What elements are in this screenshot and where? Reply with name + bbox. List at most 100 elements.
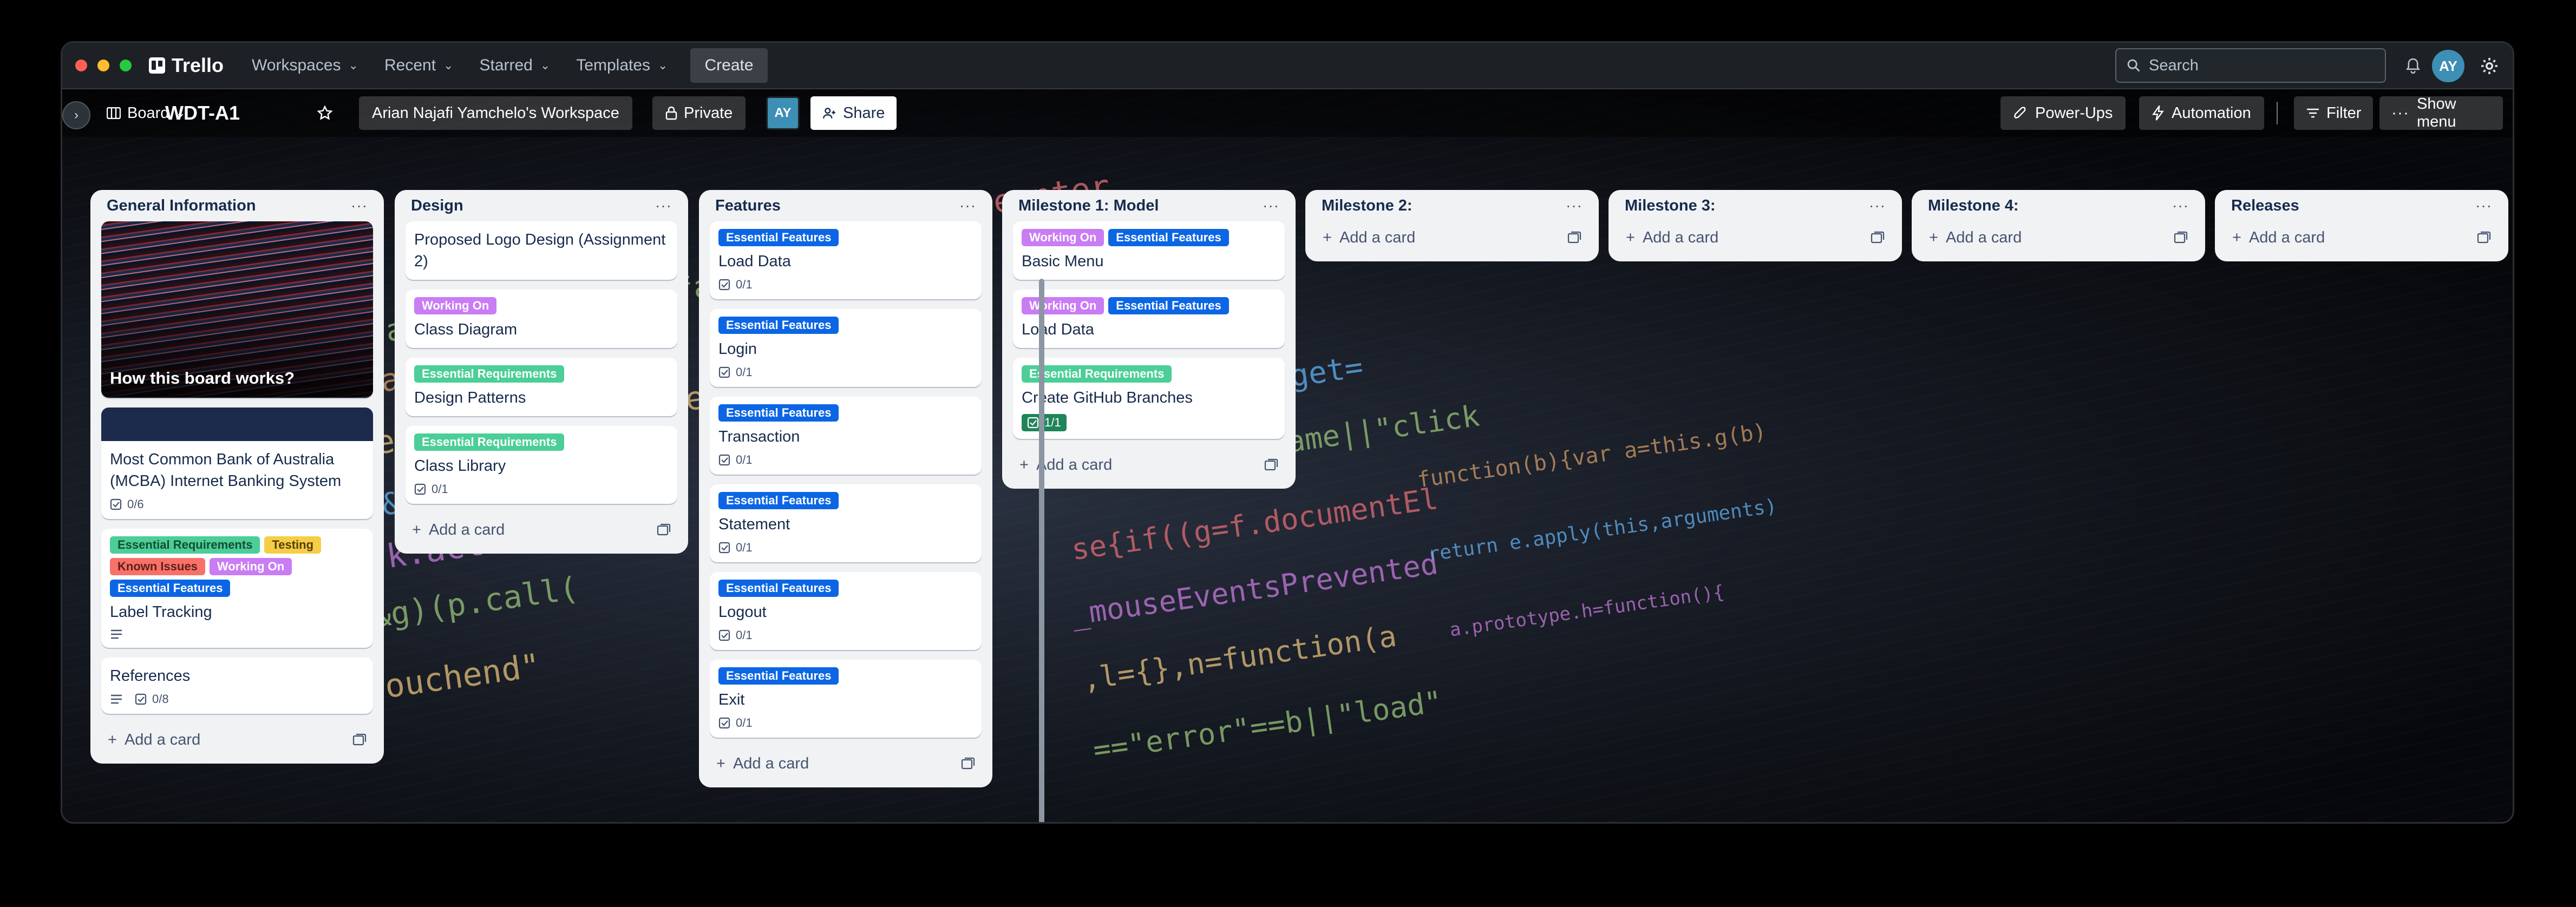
list-actions-icon[interactable]: ···: [655, 197, 672, 214]
card-labels: Essential Features: [718, 229, 973, 246]
card[interactable]: Essential Features Exit 0/1: [710, 660, 982, 738]
add-card-button[interactable]: + Add a card: [101, 724, 373, 756]
add-card-button[interactable]: + Add a card: [2226, 221, 2497, 254]
list-title[interactable]: Releases: [2231, 197, 2299, 215]
maximize-window-button[interactable]: [120, 60, 132, 71]
checklist-count: 0/8: [152, 692, 169, 706]
create-from-template-icon[interactable]: [2174, 231, 2188, 244]
list-title[interactable]: Design: [411, 197, 463, 215]
create-from-template-icon[interactable]: [352, 733, 367, 746]
workspaces-menu[interactable]: Workspaces ⌄: [239, 48, 371, 83]
list-title[interactable]: Features: [715, 197, 781, 215]
card[interactable]: Essential Features Transaction 0/1: [710, 397, 982, 475]
label[interactable]: Essential Features: [718, 317, 839, 334]
label[interactable]: Working On: [209, 558, 292, 575]
label[interactable]: Working On: [414, 297, 497, 314]
card[interactable]: Essential Features Logout 0/1: [710, 572, 982, 650]
list-actions-icon[interactable]: ···: [2172, 197, 2189, 214]
board-title[interactable]: WDT-A1: [165, 96, 240, 130]
filter-button[interactable]: Filter: [2294, 96, 2374, 130]
label[interactable]: Essential Features: [1108, 229, 1229, 246]
label[interactable]: Testing: [264, 536, 322, 554]
label[interactable]: Essential Features: [718, 492, 839, 509]
list-actions-icon[interactable]: ···: [2475, 197, 2492, 214]
card[interactable]: How this board works?: [101, 221, 373, 398]
label[interactable]: Essential Requirements: [110, 536, 260, 554]
chevron-down-icon: ⌄: [540, 58, 551, 72]
list-title[interactable]: Milestone 1: Model: [1018, 197, 1159, 215]
card[interactable]: Essential Requirements Testing Known Iss…: [101, 529, 373, 648]
card-labels: Working On: [414, 297, 669, 314]
create-button[interactable]: Create: [690, 48, 768, 83]
list-actions-icon[interactable]: ···: [1869, 197, 1886, 214]
power-ups-button[interactable]: Power-Ups: [2000, 96, 2126, 130]
create-from-template-icon[interactable]: [657, 523, 671, 536]
recent-menu[interactable]: Recent ⌄: [371, 48, 467, 83]
list-title[interactable]: General Information: [107, 197, 256, 215]
list-actions-icon[interactable]: ···: [351, 197, 368, 214]
list-actions-icon[interactable]: ···: [1566, 197, 1583, 214]
label[interactable]: Known Issues: [110, 558, 205, 575]
expand-sidebar-button[interactable]: ›: [62, 101, 90, 129]
card[interactable]: Essential Requirements Design Patterns: [406, 358, 677, 416]
add-card-button[interactable]: + Add a card: [1923, 221, 2194, 254]
list-actions-icon[interactable]: ···: [959, 197, 976, 214]
create-from-template-icon[interactable]: [2477, 231, 2491, 244]
card[interactable]: References 0/8: [101, 658, 373, 714]
card[interactable]: Working On Essential Features Load Data: [1013, 290, 1285, 348]
label[interactable]: Essential Features: [110, 580, 231, 597]
member-avatar[interactable]: AY: [766, 96, 800, 130]
list-header: Milestone 1: Model ···: [1013, 190, 1285, 221]
card[interactable]: Proposed Logo Design (Assignment 2): [406, 221, 677, 280]
checklist-count: 0/1: [736, 716, 753, 729]
minimize-window-button[interactable]: [97, 60, 109, 71]
label[interactable]: Essential Features: [718, 404, 839, 422]
card-title: Login: [718, 340, 757, 358]
create-from-template-icon[interactable]: [961, 757, 975, 770]
add-card-button[interactable]: + Add a card: [1013, 449, 1285, 481]
label[interactable]: Essential Features: [718, 667, 839, 685]
add-card-button[interactable]: + Add a card: [1316, 221, 1588, 254]
label[interactable]: Working On: [1022, 297, 1104, 314]
add-card-button[interactable]: + Add a card: [1619, 221, 1891, 254]
list-actions-icon[interactable]: ···: [1263, 197, 1279, 214]
card[interactable]: Working On Essential Features Basic Menu: [1013, 221, 1285, 280]
card[interactable]: Essential Requirements Create GitHub Bra…: [1013, 358, 1285, 439]
list-title[interactable]: Milestone 4:: [1928, 197, 2019, 215]
share-button[interactable]: Share: [810, 96, 897, 130]
add-card-button[interactable]: + Add a card: [406, 514, 677, 546]
automation-button[interactable]: Automation: [2139, 96, 2264, 130]
workspace-button[interactable]: Arian Najafi Yamchelo's Workspace: [359, 96, 632, 130]
close-window-button[interactable]: [75, 60, 87, 71]
label[interactable]: Essential Features: [1108, 297, 1229, 314]
card[interactable]: Most Common Bank of Australia (MCBA) Int…: [101, 408, 373, 519]
list-scrollbar[interactable]: [1039, 279, 1044, 822]
create-from-template-icon[interactable]: [1264, 458, 1278, 471]
label[interactable]: Essential Requirements: [414, 365, 565, 383]
add-card-button[interactable]: + Add a card: [710, 747, 982, 780]
starred-menu[interactable]: Starred ⌄: [466, 48, 563, 83]
card[interactable]: Essential Features Statement 0/1: [710, 484, 982, 562]
settings-button[interactable]: [2477, 54, 2502, 78]
notifications-button[interactable]: [2401, 52, 2425, 80]
list-title[interactable]: Milestone 3:: [1625, 197, 1716, 215]
label[interactable]: Essential Features: [718, 580, 839, 597]
search-input[interactable]: Search: [2115, 48, 2386, 83]
card[interactable]: Essential Features Load Data 0/1: [710, 221, 982, 299]
trello-logo[interactable]: Trello: [149, 54, 224, 77]
card[interactable]: Essential Features Login 0/1: [710, 309, 982, 387]
card[interactable]: Essential Requirements Class Library 0/1: [406, 426, 677, 504]
list-title[interactable]: Milestone 2:: [1322, 197, 1413, 215]
label[interactable]: Essential Requirements: [414, 433, 565, 451]
star-board-button[interactable]: [311, 96, 338, 130]
label[interactable]: Working On: [1022, 229, 1104, 246]
create-from-template-icon[interactable]: [1871, 231, 1885, 244]
label[interactable]: Essential Features: [718, 229, 839, 246]
templates-menu[interactable]: Templates ⌄: [563, 48, 681, 83]
account-avatar[interactable]: AY: [2430, 48, 2466, 84]
visibility-button[interactable]: Private: [652, 96, 746, 130]
card[interactable]: Working On Class Diagram: [406, 290, 677, 348]
card-badges: 1/1: [1022, 414, 1276, 431]
create-from-template-icon[interactable]: [1567, 231, 1581, 244]
show-menu-button[interactable]: ··· Show menu: [2379, 95, 2503, 130]
